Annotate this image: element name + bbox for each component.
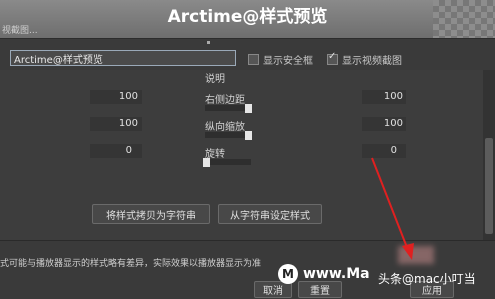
watermark-author-text: 头条@mac小叮当 xyxy=(378,272,476,286)
watermark: M www.Ma xyxy=(278,264,370,284)
watermark-logo-icon: M xyxy=(278,264,298,284)
red-arrow-annotation xyxy=(371,157,414,260)
watermark-site-text: www.Ma xyxy=(303,266,370,282)
